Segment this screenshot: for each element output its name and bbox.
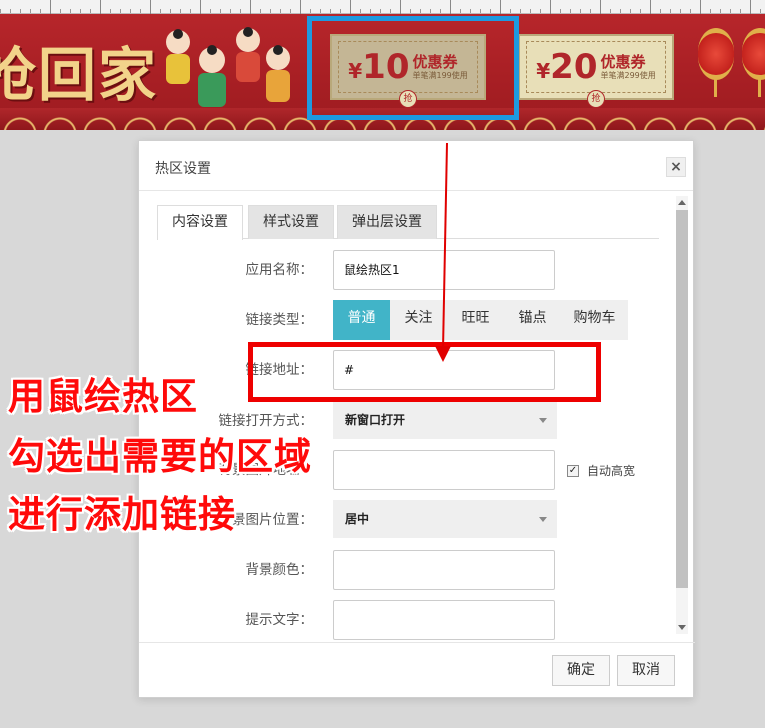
hotspot-selection[interactable] xyxy=(307,16,519,120)
tab-content-settings[interactable]: 内容设置 xyxy=(157,205,243,240)
tab-bar: 内容设置 样式设置 弹出层设置 xyxy=(157,205,659,240)
field-app-name: 应用名称： 鼠绘热区1 xyxy=(139,250,679,290)
annotation-line-3: 进行添加链接 xyxy=(8,493,236,536)
ruler-tick xyxy=(100,0,101,14)
tooltip-label: 提示文字： xyxy=(245,612,314,628)
scroll-up-icon[interactable] xyxy=(678,200,686,205)
banner-title: 抢回家 xyxy=(0,41,159,109)
auto-size-option: ✓ 自动高宽 xyxy=(567,462,635,479)
bg-image-url-input[interactable] xyxy=(333,450,555,490)
annotation-line-2: 勾选出需要的区域 xyxy=(8,435,312,478)
auto-size-checkbox[interactable]: ✓ xyxy=(567,464,579,477)
ruler-tick xyxy=(500,0,501,14)
scroll-down-icon[interactable] xyxy=(678,625,686,630)
coupon-amount: ¥20 xyxy=(536,47,598,87)
ok-button[interactable]: 确定 xyxy=(552,655,610,686)
ruler-tick xyxy=(150,0,151,14)
scrollbar-thumb[interactable] xyxy=(676,210,688,588)
ruler-tick xyxy=(250,0,251,14)
tab-popup-settings[interactable]: 弹出层设置 xyxy=(337,205,437,239)
link-type-cart[interactable]: 购物车 xyxy=(561,300,628,340)
bg-color-label: 背景颜色： xyxy=(245,562,314,578)
coupon-condition: 单笔满299使用 xyxy=(600,70,656,80)
ruler-tick xyxy=(650,0,651,14)
dialog-body: 内容设置 样式设置 弹出层设置 应用名称： 鼠绘热区1 链接类型： 普通 关注 … xyxy=(139,192,695,644)
app-name-input[interactable]: 鼠绘热区1 xyxy=(333,250,555,290)
lantern-icon xyxy=(742,28,765,97)
link-type-wangwang[interactable]: 旺旺 xyxy=(447,300,504,340)
kids-illustration xyxy=(166,27,290,107)
cancel-button[interactable]: 取消 xyxy=(617,655,675,686)
coupon-name: 优惠券 xyxy=(600,52,646,71)
open-mode-select[interactable]: 新窗口打开 xyxy=(333,401,557,439)
app-name-label: 应用名称： xyxy=(245,262,314,278)
link-type-segmented: 普通 关注 旺旺 锚点 购物车 xyxy=(333,300,628,340)
ruler-tick xyxy=(550,0,551,14)
dialog-footer: 确定 取消 xyxy=(139,642,695,697)
dialog-title: 热区设置 xyxy=(155,161,211,177)
annotation-line-1: 用鼠绘热区 xyxy=(8,375,198,418)
ruler-tick xyxy=(450,0,451,14)
coupon-grab-badge: 抢 xyxy=(587,90,605,108)
auto-size-label: 自动高宽 xyxy=(587,464,636,478)
coupon-text: 优惠券 单笔满299使用 xyxy=(600,52,656,80)
link-type-label: 链接类型： xyxy=(245,312,314,328)
field-bg-color: 背景颜色： xyxy=(139,550,679,590)
ruler-tick xyxy=(300,0,301,14)
field-link-type: 链接类型： 普通 关注 旺旺 锚点 购物车 xyxy=(139,300,679,340)
lantern-icon xyxy=(698,28,734,97)
top-ruler xyxy=(0,0,765,14)
link-url-highlight-box xyxy=(248,342,601,402)
ruler-tick xyxy=(50,0,51,14)
coupon-20[interactable]: ¥20 优惠券 单笔满299使用 抢 xyxy=(518,34,674,108)
chevron-down-icon xyxy=(539,418,547,423)
link-type-anchor[interactable]: 锚点 xyxy=(504,300,561,340)
link-type-follow[interactable]: 关注 xyxy=(390,300,447,340)
ruler-tick xyxy=(200,0,201,14)
ruler-tick xyxy=(750,0,751,14)
chevron-down-icon xyxy=(539,517,547,522)
field-tooltip: 提示文字： xyxy=(139,600,679,640)
ruler-tick xyxy=(700,0,701,14)
bg-image-position-value: 居中 xyxy=(345,512,370,526)
link-type-normal[interactable]: 普通 xyxy=(333,300,390,340)
open-mode-value: 新窗口打开 xyxy=(345,413,406,427)
bg-image-position-select[interactable]: 居中 xyxy=(333,500,557,538)
ruler-tick xyxy=(400,0,401,14)
dialog-scrollbar[interactable] xyxy=(676,196,688,634)
bg-color-input[interactable] xyxy=(333,550,555,590)
ruler-tick xyxy=(600,0,601,14)
ruler-tick xyxy=(350,0,351,14)
tab-style-settings[interactable]: 样式设置 xyxy=(248,205,334,239)
close-icon[interactable]: × xyxy=(666,157,686,177)
tooltip-input[interactable] xyxy=(333,600,555,640)
hotspot-settings-dialog: 热区设置 × 内容设置 样式设置 弹出层设置 应用名称： 鼠绘热区1 链接类型：… xyxy=(138,140,695,698)
dialog-header: 热区设置 × xyxy=(139,141,693,191)
